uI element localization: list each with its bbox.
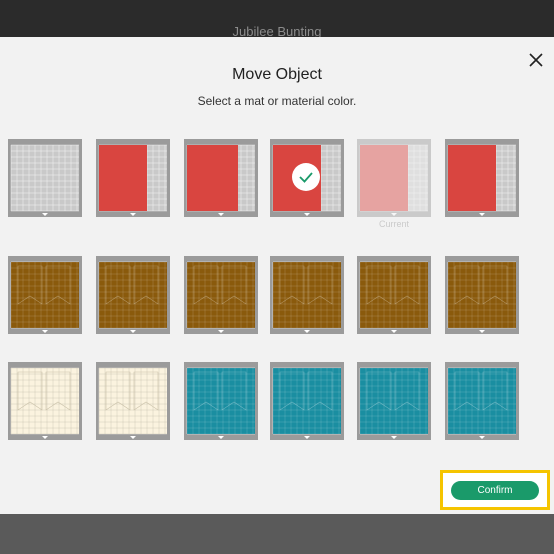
mat-preview: [184, 362, 258, 440]
mat-tile[interactable]: [270, 256, 344, 334]
mat-tile[interactable]: [8, 139, 82, 217]
mat-tile[interactable]: [184, 139, 258, 217]
mat-tile[interactable]: [357, 362, 431, 440]
mat-tile[interactable]: [96, 256, 170, 334]
mat-preview: [96, 362, 170, 440]
mat-preview: [357, 362, 431, 440]
dialog-subtitle: Select a mat or material color.: [197, 94, 357, 108]
bottom-bar: [0, 514, 554, 554]
dialog-title: Move Object: [232, 66, 322, 83]
mat-tile[interactable]: [445, 362, 519, 440]
mat-tile[interactable]: [184, 256, 258, 334]
mat-preview: [445, 362, 519, 440]
check-icon: [292, 163, 320, 191]
mat-tile[interactable]: [8, 362, 82, 440]
mat-preview: [8, 362, 82, 440]
mat-tile[interactable]: [96, 362, 170, 440]
mat-tile[interactable]: [270, 362, 344, 440]
mat-preview: [270, 256, 344, 334]
mat-preview: [184, 256, 258, 334]
mat-preview: [357, 256, 431, 334]
mat-preview: [445, 139, 519, 217]
confirm-button[interactable]: Confirm: [451, 481, 539, 500]
mat-tile[interactable]: Current: [357, 139, 431, 229]
mat-tile[interactable]: [357, 256, 431, 334]
mat-preview: [8, 256, 82, 334]
mat-preview: [357, 139, 431, 217]
mat-tile[interactable]: [8, 256, 82, 334]
mat-tile[interactable]: [445, 256, 519, 334]
mat-tile[interactable]: [270, 139, 344, 217]
current-label: Current: [378, 219, 409, 229]
mat-preview: [96, 256, 170, 334]
mat-preview: [184, 139, 258, 217]
mat-tile[interactable]: [96, 139, 170, 217]
mat-preview: [8, 139, 82, 217]
mat-preview: [96, 139, 170, 217]
confirm-highlight: Confirm: [440, 470, 550, 510]
mat-tile[interactable]: [184, 362, 258, 440]
mat-preview: [270, 362, 344, 440]
mat-tile[interactable]: [445, 139, 519, 217]
app-title-bar: Jubilee Bunting: [0, 0, 554, 39]
mat-preview: [445, 256, 519, 334]
